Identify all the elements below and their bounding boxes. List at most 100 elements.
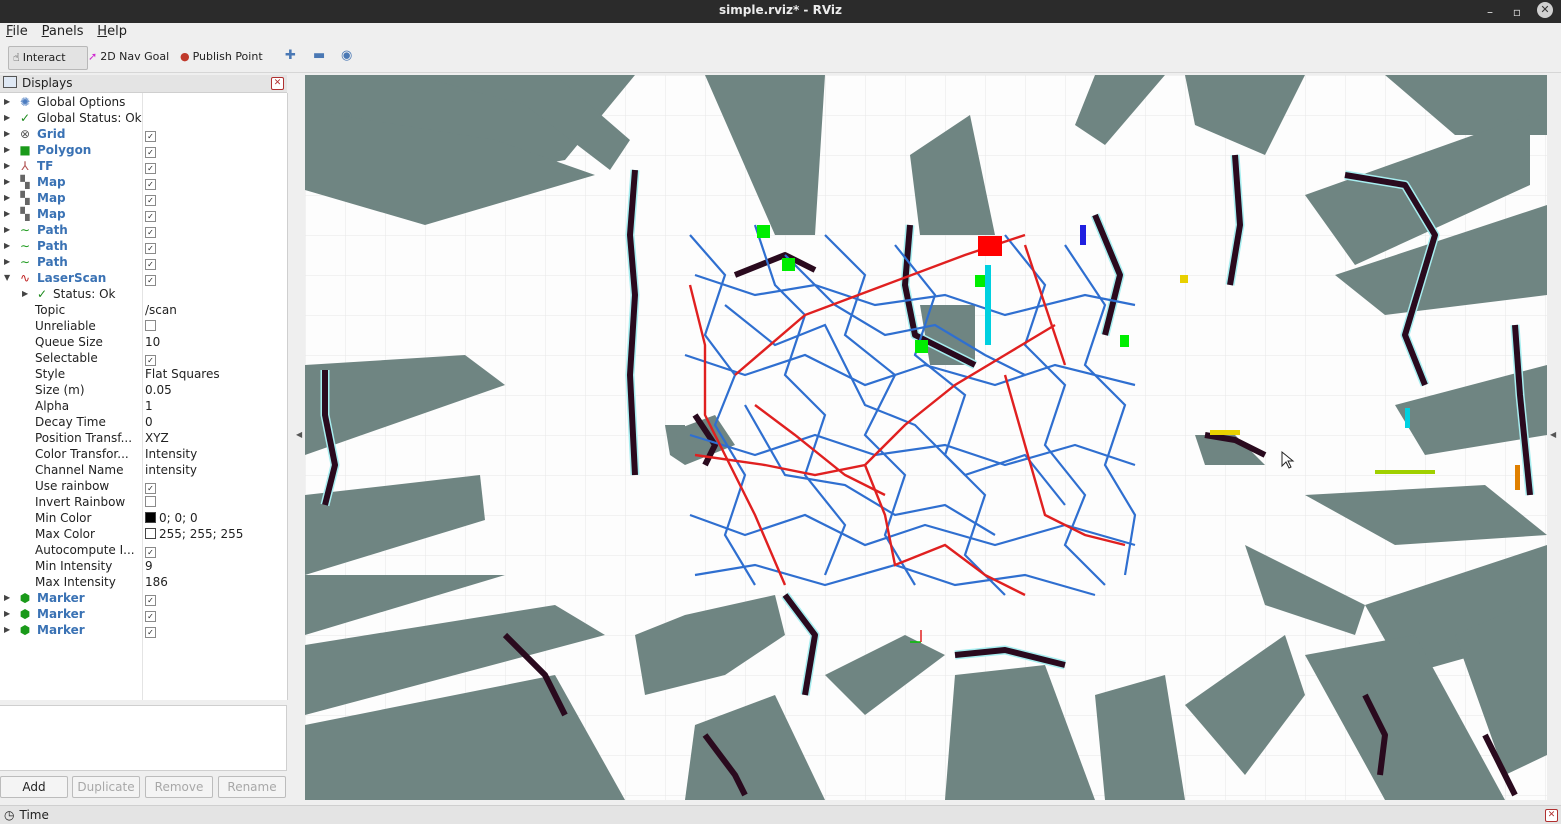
tree-item-global-status[interactable]: ▶ ✓ Global Status: Ok [0, 110, 287, 126]
tree-item-path[interactable]: ▶ ∼ Path ✓ [0, 222, 287, 238]
expand-arrow-icon[interactable]: ▶ [4, 622, 10, 638]
prop-queue-size[interactable]: Queue Size 10 [0, 334, 287, 350]
left-splitter-handle[interactable]: ◀ [296, 430, 302, 439]
view-icon[interactable]: ◉ [341, 48, 352, 63]
prop-value[interactable]: intensity [145, 462, 197, 478]
prop-checkbox[interactable]: ✓ [145, 547, 156, 558]
prop-use-rainbow[interactable]: Use rainbow ✓ [0, 478, 287, 494]
enable-checkbox[interactable]: ✓ [145, 627, 156, 638]
expand-arrow-icon[interactable]: ▶ [4, 174, 10, 190]
menu-panels[interactable]: Panels [36, 23, 88, 39]
enable-checkbox[interactable]: ✓ [145, 131, 156, 142]
tree-item-tf[interactable]: ▶ ⅄ TF ✓ [0, 158, 287, 174]
prop-unreliable[interactable]: Unreliable [0, 318, 287, 334]
maximize-icon[interactable]: ▫ [1513, 2, 1521, 22]
remove-button[interactable]: Remove [145, 776, 213, 798]
prop-min-color[interactable]: Min Color 0; 0; 0 [0, 510, 287, 526]
prop-checkbox[interactable] [145, 320, 156, 331]
prop-value[interactable]: 255; 255; 255 [159, 527, 243, 541]
prop-value[interactable]: 0 [145, 414, 153, 430]
prop-value[interactable]: 10 [145, 334, 160, 350]
expand-arrow-icon[interactable]: ▶ [4, 110, 10, 126]
prop-checkbox[interactable] [145, 496, 156, 507]
tree-item-map[interactable]: ▶ ▚ Map ✓ [0, 190, 287, 206]
duplicate-button[interactable]: Duplicate [72, 776, 140, 798]
menu-file[interactable]: File [0, 23, 32, 39]
prop-channel-name[interactable]: Channel Name intensity [0, 462, 287, 478]
enable-checkbox[interactable]: ✓ [145, 147, 156, 158]
collapse-arrow-icon[interactable]: ▼ [4, 270, 10, 286]
prop-value[interactable]: Flat Squares [145, 366, 220, 382]
tree-item-path[interactable]: ▶ ∼ Path ✓ [0, 238, 287, 254]
enable-checkbox[interactable]: ✓ [145, 595, 156, 606]
expand-arrow-icon[interactable]: ▶ [4, 94, 10, 110]
panel-close-icon[interactable]: ✕ [271, 77, 284, 90]
prop-checkbox[interactable]: ✓ [145, 355, 156, 366]
prop-position-transformer[interactable]: Position Transf... XYZ [0, 430, 287, 446]
expand-arrow-icon[interactable]: ▶ [4, 606, 10, 622]
panel-close-icon[interactable]: ✕ [1545, 809, 1558, 822]
prop-value[interactable]: 9 [145, 558, 153, 574]
enable-checkbox[interactable]: ✓ [145, 275, 156, 286]
prop-value[interactable]: 0.05 [145, 382, 172, 398]
prop-size[interactable]: Size (m) 0.05 [0, 382, 287, 398]
prop-decay-time[interactable]: Decay Time 0 [0, 414, 287, 430]
enable-checkbox[interactable]: ✓ [145, 195, 156, 206]
prop-alpha[interactable]: Alpha 1 [0, 398, 287, 414]
tree-item-map[interactable]: ▶ ▚ Map ✓ [0, 174, 287, 190]
prop-min-intensity[interactable]: Min Intensity 9 [0, 558, 287, 574]
expand-arrow-icon[interactable]: ▶ [4, 190, 10, 206]
prop-autocompute-intensity[interactable]: Autocompute I... ✓ [0, 542, 287, 558]
prop-checkbox[interactable]: ✓ [145, 483, 156, 494]
remove-tool-icon[interactable]: ▬ [313, 48, 325, 63]
expand-arrow-icon[interactable]: ▶ [4, 222, 10, 238]
tree-item-marker[interactable]: ▶ ⬢ Marker ✓ [0, 622, 287, 638]
expand-arrow-icon[interactable]: ▶ [22, 286, 28, 302]
prop-value[interactable]: 0; 0; 0 [159, 511, 198, 525]
expand-arrow-icon[interactable]: ▶ [4, 206, 10, 222]
expand-arrow-icon[interactable]: ▶ [4, 126, 10, 142]
prop-value[interactable]: Intensity [145, 446, 197, 462]
enable-checkbox[interactable]: ✓ [145, 179, 156, 190]
tree-item-map[interactable]: ▶ ▚ Map ✓ [0, 206, 287, 222]
tree-item-grid[interactable]: ▶ ⊗ Grid ✓ [0, 126, 287, 142]
prop-max-color[interactable]: Max Color 255; 255; 255 [0, 526, 287, 542]
expand-arrow-icon[interactable]: ▶ [4, 158, 10, 174]
tree-item-laserscan-status[interactable]: ▶ ✓ Status: Ok [0, 286, 287, 302]
close-icon[interactable]: ✕ [1537, 2, 1553, 18]
tree-item-global-options[interactable]: ▶ ✺ Global Options [0, 94, 287, 110]
expand-arrow-icon[interactable]: ▶ [4, 254, 10, 270]
prop-invert-rainbow[interactable]: Invert Rainbow [0, 494, 287, 510]
add-button[interactable]: Add [0, 776, 68, 798]
enable-checkbox[interactable]: ✓ [145, 259, 156, 270]
rename-button[interactable]: Rename [218, 776, 286, 798]
prop-value[interactable]: 1 [145, 398, 153, 414]
expand-arrow-icon[interactable]: ▶ [4, 238, 10, 254]
prop-max-intensity[interactable]: Max Intensity 186 [0, 574, 287, 590]
tree-item-polygon[interactable]: ▶ ■ Polygon ✓ [0, 142, 287, 158]
enable-checkbox[interactable]: ✓ [145, 243, 156, 254]
enable-checkbox[interactable]: ✓ [145, 211, 156, 222]
publish-point-tool-button[interactable]: ● Publish Point [176, 46, 267, 68]
color-swatch[interactable] [145, 528, 156, 539]
tree-item-marker[interactable]: ▶ ⬢ Marker ✓ [0, 606, 287, 622]
prop-selectable[interactable]: Selectable ✓ [0, 350, 287, 366]
expand-arrow-icon[interactable]: ▶ [4, 590, 10, 606]
prop-value[interactable]: 186 [145, 574, 168, 590]
prop-value[interactable]: /scan [145, 302, 177, 318]
right-splitter-handle[interactable]: ◀ [1550, 430, 1556, 439]
prop-style[interactable]: Style Flat Squares [0, 366, 287, 382]
tree-item-marker[interactable]: ▶ ⬢ Marker ✓ [0, 590, 287, 606]
expand-arrow-icon[interactable]: ▶ [4, 142, 10, 158]
prop-topic[interactable]: Topic /scan [0, 302, 287, 318]
minimize-icon[interactable]: – [1487, 2, 1493, 22]
prop-value[interactable]: XYZ [145, 430, 169, 446]
map-canvas[interactable] [305, 75, 1547, 800]
interact-tool-button[interactable]: ☝ Interact [8, 46, 88, 70]
color-swatch[interactable] [145, 512, 156, 523]
enable-checkbox[interactable]: ✓ [145, 163, 156, 174]
nav-goal-tool-button[interactable]: ➚ 2D Nav Goal [84, 46, 173, 68]
tree-item-laserscan[interactable]: ▼ ∿ LaserScan ✓ [0, 270, 287, 286]
tree-item-path[interactable]: ▶ ∼ Path ✓ [0, 254, 287, 270]
menu-help[interactable]: Help [91, 23, 131, 39]
